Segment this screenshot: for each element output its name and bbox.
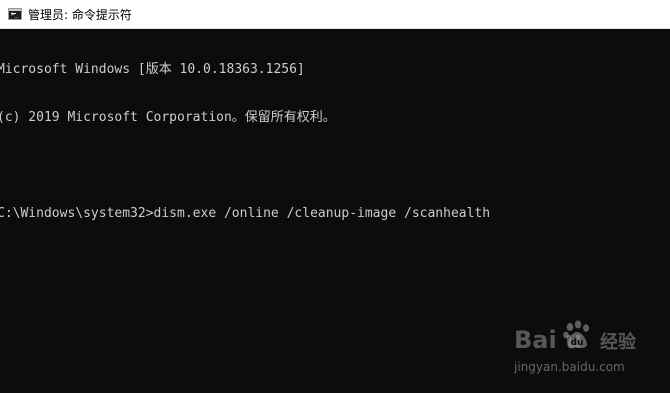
console-line: (c) 2019 Microsoft Corporation。保留所有权利。 <box>0 110 336 125</box>
baidu-paw-icon: du <box>563 320 589 348</box>
cmd-window: >_ 管理员: 命令提示符 Microsoft Windows [版本 10.0… <box>0 0 670 393</box>
console-line: C:\Windows\system32>dism.exe /online /cl… <box>0 206 491 221</box>
cmd-icon: >_ <box>8 8 22 20</box>
baidu-jingyan-watermark: Bai u du 经验 jingyan.baidu.com <box>514 320 664 382</box>
svg-text:du: du <box>571 338 584 348</box>
console-line: Microsoft Windows [版本 10.0.18363.1256] <box>0 62 305 77</box>
title-bar[interactable]: >_ 管理员: 命令提示符 <box>0 0 670 29</box>
watermark-url: jingyan.baidu.com <box>514 360 625 374</box>
watermark-sub: 经验 <box>600 332 636 353</box>
window-title: 管理员: 命令提示符 <box>28 7 132 22</box>
console-output[interactable]: Microsoft Windows [版本 10.0.18363.1256] (… <box>0 30 670 254</box>
